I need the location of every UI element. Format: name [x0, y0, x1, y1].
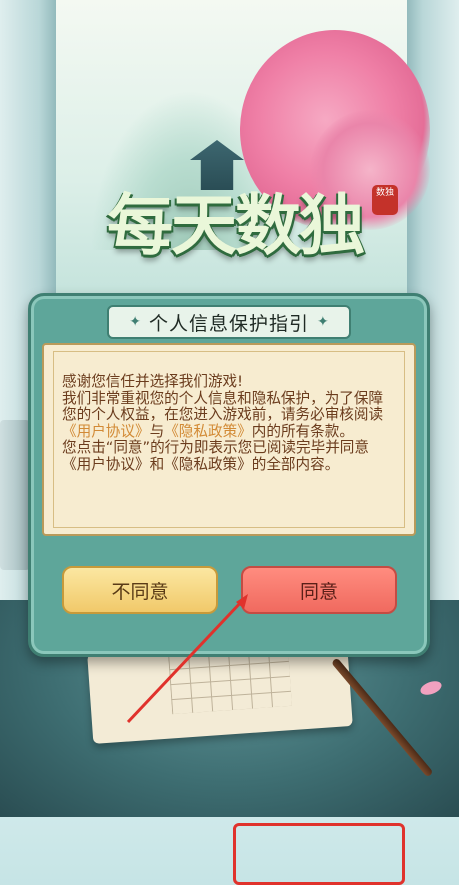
agree-button[interactable]: 同意: [241, 566, 397, 614]
diamond-icon: ✦: [129, 314, 141, 330]
disagree-button[interactable]: 不同意: [62, 566, 218, 614]
user-agreement-link[interactable]: 《用户协议》: [62, 423, 150, 440]
agreement-text-box: 感谢您信任并选择我们游戏! 我们非常重视您的个人信息和隐私保护，为了保障您的个人…: [42, 343, 416, 536]
dialog-title: 个人信息保护指引: [148, 312, 309, 335]
brush-pot: [0, 420, 30, 570]
dialog-buttons: 不同意 同意: [31, 562, 427, 885]
agree-highlight-box: [233, 823, 405, 885]
dialog-header: ✦ 个人信息保护指引 ✦: [31, 302, 427, 342]
privacy-dialog: ✦ 个人信息保护指引 ✦ 感谢您信任并选择我们游戏! 我们非常重视您的个人信息和…: [28, 293, 430, 885]
title-ribbon: ✦ 个人信息保护指引 ✦: [107, 305, 351, 339]
intro-line: 感谢您信任并选择我们游戏!: [62, 373, 243, 390]
paragraph-1-end: 内的所有条款。: [251, 422, 354, 440]
agreement-text: 感谢您信任并选择我们游戏! 我们非常重视您的个人信息和隐私保护，为了保障您的个人…: [53, 351, 405, 528]
paragraph-2: 您点击“同意”的行为即表示您已阅读完毕并同意《用户协议》和《隐私政策》的全部内容…: [62, 439, 369, 473]
logo-seal: 数独: [372, 185, 398, 215]
diamond-icon: ✦: [317, 314, 329, 330]
logo-text: 每天数独: [107, 186, 365, 264]
game-logo: 每天数独: [75, 170, 395, 280]
and-text: 与: [149, 422, 165, 440]
privacy-policy-link[interactable]: 《隐私政策》: [164, 423, 252, 440]
paragraph-1-start: 我们非常重视您的个人信息和隐私保护，为了保障您的个人权益，在您进入游戏前，请务必…: [62, 389, 384, 424]
